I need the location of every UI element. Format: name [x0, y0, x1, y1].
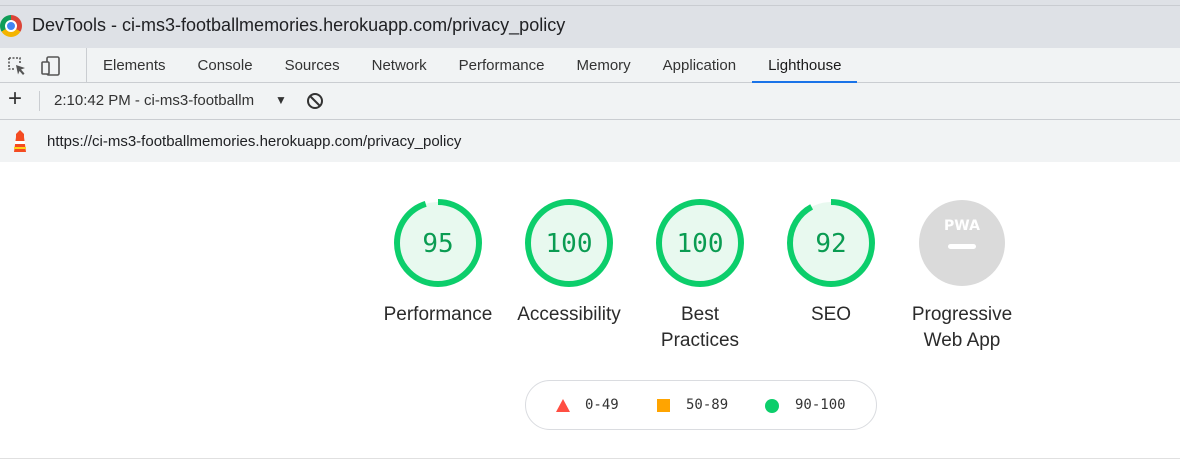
performance-gauge-ring: 95 [394, 199, 482, 287]
best-practices-label-line2: Practices [660, 330, 740, 351]
device-toolbar-icon[interactable] [40, 55, 62, 77]
chrome-logo-icon [0, 15, 22, 37]
lighthouse-icon [14, 130, 26, 152]
window-titlebar: DevTools - ci-ms3-footballmemories.herok… [0, 0, 1180, 48]
seo-gauge-ring: 92 [787, 199, 875, 287]
gauge-pwa[interactable]: PWA Progressive Web App [897, 198, 1027, 354]
clear-all-icon[interactable] [306, 92, 324, 110]
panel-tabs: Elements Console Sources Network Perform… [86, 48, 858, 83]
pwa-badge-text: PWA [944, 218, 980, 234]
tab-elements[interactable]: Elements [87, 48, 182, 83]
tab-memory[interactable]: Memory [561, 48, 647, 83]
report-url[interactable]: https://ci-ms3-footballmemories.herokuap… [47, 133, 461, 150]
tab-console[interactable]: Console [182, 48, 269, 83]
legend-fail-range: 0-49 [585, 397, 619, 413]
report-selector[interactable]: 2:10:42 PM - ci-ms3-footballm [54, 92, 254, 109]
best-practices-gauge-ring: 100 [656, 199, 744, 287]
toolbar-divider [39, 91, 40, 111]
accessibility-label: Accessibility [517, 304, 621, 325]
gauge-best-practices[interactable]: 100 Best Practices [635, 198, 765, 354]
tab-application[interactable]: Application [647, 48, 752, 83]
tab-performance[interactable]: Performance [443, 48, 561, 83]
performance-label: Performance [383, 304, 493, 325]
inspect-element-icon[interactable] [6, 55, 28, 77]
seo-label: SEO [810, 304, 852, 325]
score-gauges: 95 Performance 100 Accessibility 100 Bes… [0, 162, 1180, 362]
lighthouse-toolbar: + 2:10:42 PM - ci-ms3-footballm ▼ [0, 83, 1180, 120]
tab-lighthouse[interactable]: Lighthouse [752, 48, 858, 83]
performance-score: 95 [422, 229, 453, 259]
tab-network[interactable]: Network [356, 48, 443, 83]
legend-average-range: 50-89 [686, 397, 729, 413]
pass-circle-icon [765, 399, 779, 413]
average-square-icon [657, 399, 670, 412]
best-practices-label: Best Practices [635, 302, 765, 354]
seo-score: 92 [815, 229, 846, 259]
pwa-label: Progressive Web App [897, 302, 1027, 354]
titlebar-top-strip [0, 0, 1180, 6]
pwa-badge: PWA [919, 200, 1005, 286]
new-report-button[interactable]: + [4, 87, 26, 111]
report-url-bar: https://ci-ms3-footballmemories.herokuap… [0, 120, 1180, 162]
fail-triangle-icon [556, 399, 570, 412]
gauge-seo[interactable]: 92 SEO [766, 198, 896, 328]
gauge-accessibility[interactable]: 100 Accessibility [504, 198, 634, 328]
legend-pass-range: 90-100 [795, 397, 846, 413]
score-legend: 0-49 50-89 90-100 [525, 380, 877, 430]
pwa-label-line2: Web App [923, 330, 1001, 351]
pwa-label-line1: Progressive [911, 304, 1013, 325]
gauge-performance[interactable]: 95 Performance [373, 198, 503, 328]
dropdown-arrow-icon[interactable]: ▼ [275, 93, 287, 107]
devtools-tab-bar: Elements Console Sources Network Perform… [0, 48, 1180, 83]
best-practices-label-line1: Best [680, 304, 720, 325]
tab-sources[interactable]: Sources [269, 48, 356, 83]
section-divider [0, 458, 1180, 459]
accessibility-score: 100 [546, 229, 593, 259]
best-practices-score: 100 [677, 229, 724, 259]
accessibility-gauge-ring: 100 [525, 199, 613, 287]
window-title: DevTools - ci-ms3-footballmemories.herok… [32, 15, 566, 35]
